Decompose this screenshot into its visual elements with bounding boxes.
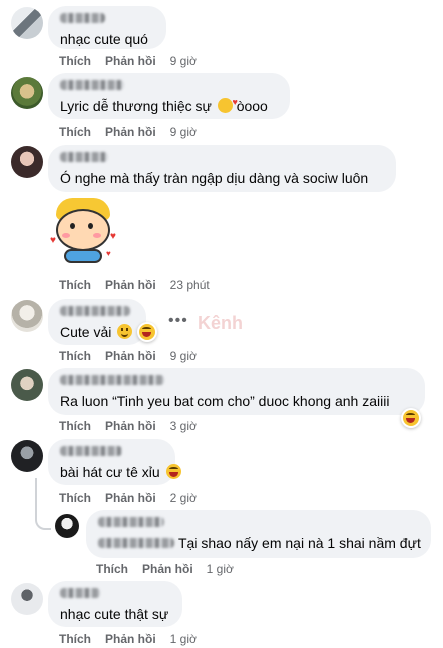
timestamp[interactable]: 3 giờ xyxy=(170,419,197,433)
comment-actions: Thích Phản hồi 3 giờ xyxy=(59,419,197,433)
avatar[interactable] xyxy=(11,369,43,401)
timestamp[interactable]: 23 phút xyxy=(170,278,210,292)
comment-actions: Thích Phản hồi 23 phút xyxy=(59,278,210,292)
like-button[interactable]: Thích xyxy=(59,419,91,433)
commenter-name-redacted[interactable] xyxy=(60,80,124,90)
like-button[interactable]: Thích xyxy=(59,632,91,646)
comment-text: Lyric dễ thương thiệc sự òooo xyxy=(60,93,278,115)
comment-actions: Thích Phản hồi 1 giờ xyxy=(59,632,197,646)
smiling-face-with-hearts-icon xyxy=(217,93,238,113)
laughing-reaction-icon xyxy=(403,410,419,426)
comment-bubble: nhạc cute quó xyxy=(48,6,166,49)
laughing-face-icon xyxy=(165,464,181,479)
reply-bubble: Tại shao nấy em nại nà 1 shai nầm đựt xyxy=(86,510,431,558)
commenter-name-redacted[interactable] xyxy=(60,152,108,162)
smiling-face-icon xyxy=(117,324,133,339)
commenter-name-redacted[interactable] xyxy=(60,588,100,598)
sticker-image[interactable]: ♥ ♥ ♥ xyxy=(50,197,120,269)
commenter-name-redacted[interactable] xyxy=(60,13,105,23)
comment-text: nhạc cute quó xyxy=(60,31,148,47)
reply-button[interactable]: Phản hồi xyxy=(142,562,193,576)
reaction-badge[interactable] xyxy=(137,322,157,342)
comment-text: Ó nghe mà thấy tràn ngập dịu dàng và soc… xyxy=(60,170,369,186)
comment-text: Tại shao nấy em nại nà 1 shai nầm đựt xyxy=(98,534,421,552)
reply-thread-connector xyxy=(35,478,51,530)
avatar[interactable] xyxy=(11,440,43,472)
commenter-name-redacted[interactable] xyxy=(60,375,164,385)
comment-text: bài hát cư tê xỉu xyxy=(60,463,181,481)
comment-bubble: Ó nghe mà thấy tràn ngập dịu dàng và soc… xyxy=(48,145,396,192)
reply-actions: Thích Phản hồi 1 giờ xyxy=(96,562,234,576)
timestamp[interactable]: 9 giờ xyxy=(170,125,197,139)
like-button[interactable]: Thích xyxy=(59,54,91,68)
comment-actions: Thích Phản hồi 2 giờ xyxy=(59,491,197,505)
like-button[interactable]: Thích xyxy=(59,491,91,505)
comment-actions: Thích Phản hồi 9 giờ xyxy=(59,349,197,363)
timestamp[interactable]: 2 giờ xyxy=(170,491,197,505)
timestamp[interactable]: 1 giờ xyxy=(170,632,197,646)
avatar[interactable] xyxy=(11,7,43,39)
comment-actions: Thích Phản hồi 9 giờ xyxy=(59,125,197,139)
comment-bubble: bài hát cư tê xỉu xyxy=(48,439,181,485)
laughing-reaction-icon xyxy=(139,324,155,340)
reply-button[interactable]: Phản hồi xyxy=(105,125,156,139)
comment-text: nhạc cute thật sự xyxy=(60,606,169,622)
comment-bubble: Lyric dễ thương thiệc sự òooo xyxy=(48,73,290,119)
comment-text: Ra luon “Tinh yeu bat com cho” duoc khon… xyxy=(60,393,390,409)
reply-button[interactable]: Phản hồi xyxy=(105,632,156,646)
comment-bubble: Cute vải xyxy=(48,299,146,345)
like-button[interactable]: Thích xyxy=(59,125,91,139)
more-options-icon[interactable]: ••• xyxy=(168,312,188,330)
timestamp[interactable]: 9 giờ xyxy=(170,349,197,363)
comment-bubble: nhạc cute thật sự xyxy=(48,581,182,627)
reaction-badge[interactable] xyxy=(401,408,421,428)
commenter-name-redacted[interactable] xyxy=(60,306,130,316)
avatar[interactable] xyxy=(11,77,43,109)
comment-actions: Thích Phản hồi 9 giờ xyxy=(59,54,197,68)
timestamp[interactable]: 1 giờ xyxy=(207,562,234,576)
reply-button[interactable]: Phản hồi xyxy=(105,278,156,292)
comment-text: Cute vải xyxy=(60,323,134,341)
reply-button[interactable]: Phản hồi xyxy=(105,419,156,433)
commenter-name-redacted[interactable] xyxy=(60,446,122,456)
avatar[interactable] xyxy=(11,146,43,178)
comment-bubble: Ra luon “Tinh yeu bat com cho” duoc khon… xyxy=(48,368,425,415)
tagged-user-redacted[interactable] xyxy=(98,538,174,548)
avatar[interactable] xyxy=(11,300,43,332)
commenter-name-redacted[interactable] xyxy=(98,517,164,527)
reply-button[interactable]: Phản hồi xyxy=(105,54,156,68)
like-button[interactable]: Thích xyxy=(59,278,91,292)
like-button[interactable]: Thích xyxy=(59,349,91,363)
timestamp[interactable]: 9 giờ xyxy=(170,54,197,68)
watermark-logo: Kênh xyxy=(198,313,243,333)
avatar[interactable] xyxy=(55,514,79,538)
reply-button[interactable]: Phản hồi xyxy=(105,349,156,363)
reply-button[interactable]: Phản hồi xyxy=(105,491,156,505)
avatar[interactable] xyxy=(11,583,43,615)
comment-text-suffix: òooo xyxy=(236,98,268,114)
like-button[interactable]: Thích xyxy=(96,562,128,576)
